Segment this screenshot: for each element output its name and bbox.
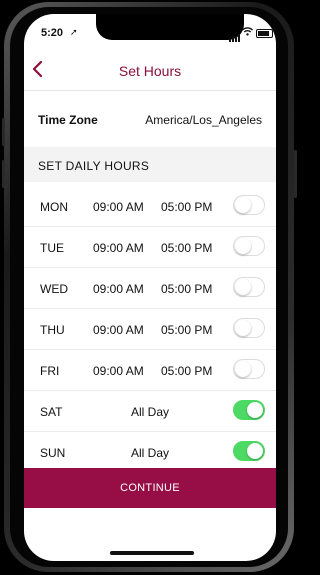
toggle-knob xyxy=(247,402,263,418)
toggle-knob xyxy=(235,238,251,254)
day-toggle[interactable] xyxy=(233,195,265,215)
day-name: MON xyxy=(40,200,68,214)
end-time[interactable]: 05:00 PM xyxy=(161,364,212,378)
battery-icon xyxy=(256,29,273,38)
day-toggle[interactable] xyxy=(233,236,265,256)
day-row-mon[interactable]: MON 09:00 AM 05:00 PM xyxy=(24,186,276,227)
day-row-sun[interactable]: SUN All Day xyxy=(24,432,276,473)
timezone-label: Time Zone xyxy=(38,113,98,127)
day-row-thu[interactable]: THU 09:00 AM 05:00 PM xyxy=(24,309,276,350)
page-title: Set Hours xyxy=(118,63,182,79)
toggle-knob xyxy=(235,279,251,295)
status-bar: 5:20 ➚ xyxy=(24,14,276,50)
end-time[interactable]: 05:00 PM xyxy=(161,200,212,214)
start-time[interactable]: 09:00 AM xyxy=(93,200,144,214)
day-toggle[interactable] xyxy=(233,277,265,297)
location-arrow-icon: ➚ xyxy=(70,27,78,37)
toggle-knob xyxy=(247,443,263,459)
continue-button[interactable]: CONTINUE xyxy=(24,468,276,508)
day-toggle[interactable] xyxy=(233,400,265,420)
day-name: WED xyxy=(40,282,68,296)
day-name: TUE xyxy=(40,241,64,255)
phone-side-button xyxy=(294,150,297,198)
end-time[interactable]: 05:00 PM xyxy=(161,282,212,296)
day-row-wed[interactable]: WED 09:00 AM 05:00 PM xyxy=(24,268,276,309)
toggle-knob xyxy=(235,361,251,377)
timezone-value: America/Los_Angeles xyxy=(145,113,262,127)
nav-bar: Set Hours xyxy=(24,50,276,91)
day-toggle[interactable] xyxy=(233,359,265,379)
day-toggle[interactable] xyxy=(233,441,265,461)
phone-side-button xyxy=(2,160,5,188)
timezone-row[interactable]: Time Zone America/Los_Angeles xyxy=(24,91,276,147)
wifi-icon xyxy=(242,27,253,39)
start-time[interactable]: 09:00 AM xyxy=(93,282,144,296)
app-screen: 5:20 ➚ Set Hours Time Zone America/Los_A… xyxy=(24,14,276,561)
day-toggle[interactable] xyxy=(233,318,265,338)
phone-side-button xyxy=(2,118,5,146)
day-row-tue[interactable]: TUE 09:00 AM 05:00 PM xyxy=(24,227,276,268)
day-name: FRI xyxy=(40,364,60,378)
start-time[interactable]: 09:00 AM xyxy=(93,364,144,378)
toggle-knob xyxy=(235,197,251,213)
day-name: THU xyxy=(40,323,65,337)
toggle-knob xyxy=(235,320,251,336)
cell-signal-icon xyxy=(229,29,241,47)
section-header: SET DAILY HOURS xyxy=(24,147,276,182)
end-time[interactable]: 05:00 PM xyxy=(161,323,212,337)
daily-hours-list: MON 09:00 AM 05:00 PM TUE 09:00 AM 05:00… xyxy=(24,186,276,473)
section-title: SET DAILY HOURS xyxy=(38,159,150,173)
start-time[interactable]: 09:00 AM xyxy=(93,323,144,337)
day-row-fri[interactable]: FRI 09:00 AM 05:00 PM xyxy=(24,350,276,391)
day-row-sat[interactable]: SAT All Day xyxy=(24,391,276,432)
end-time[interactable]: 05:00 PM xyxy=(161,241,212,255)
home-indicator xyxy=(110,551,194,555)
status-time: 5:20 xyxy=(41,27,64,39)
start-time[interactable]: 09:00 AM xyxy=(93,241,144,255)
